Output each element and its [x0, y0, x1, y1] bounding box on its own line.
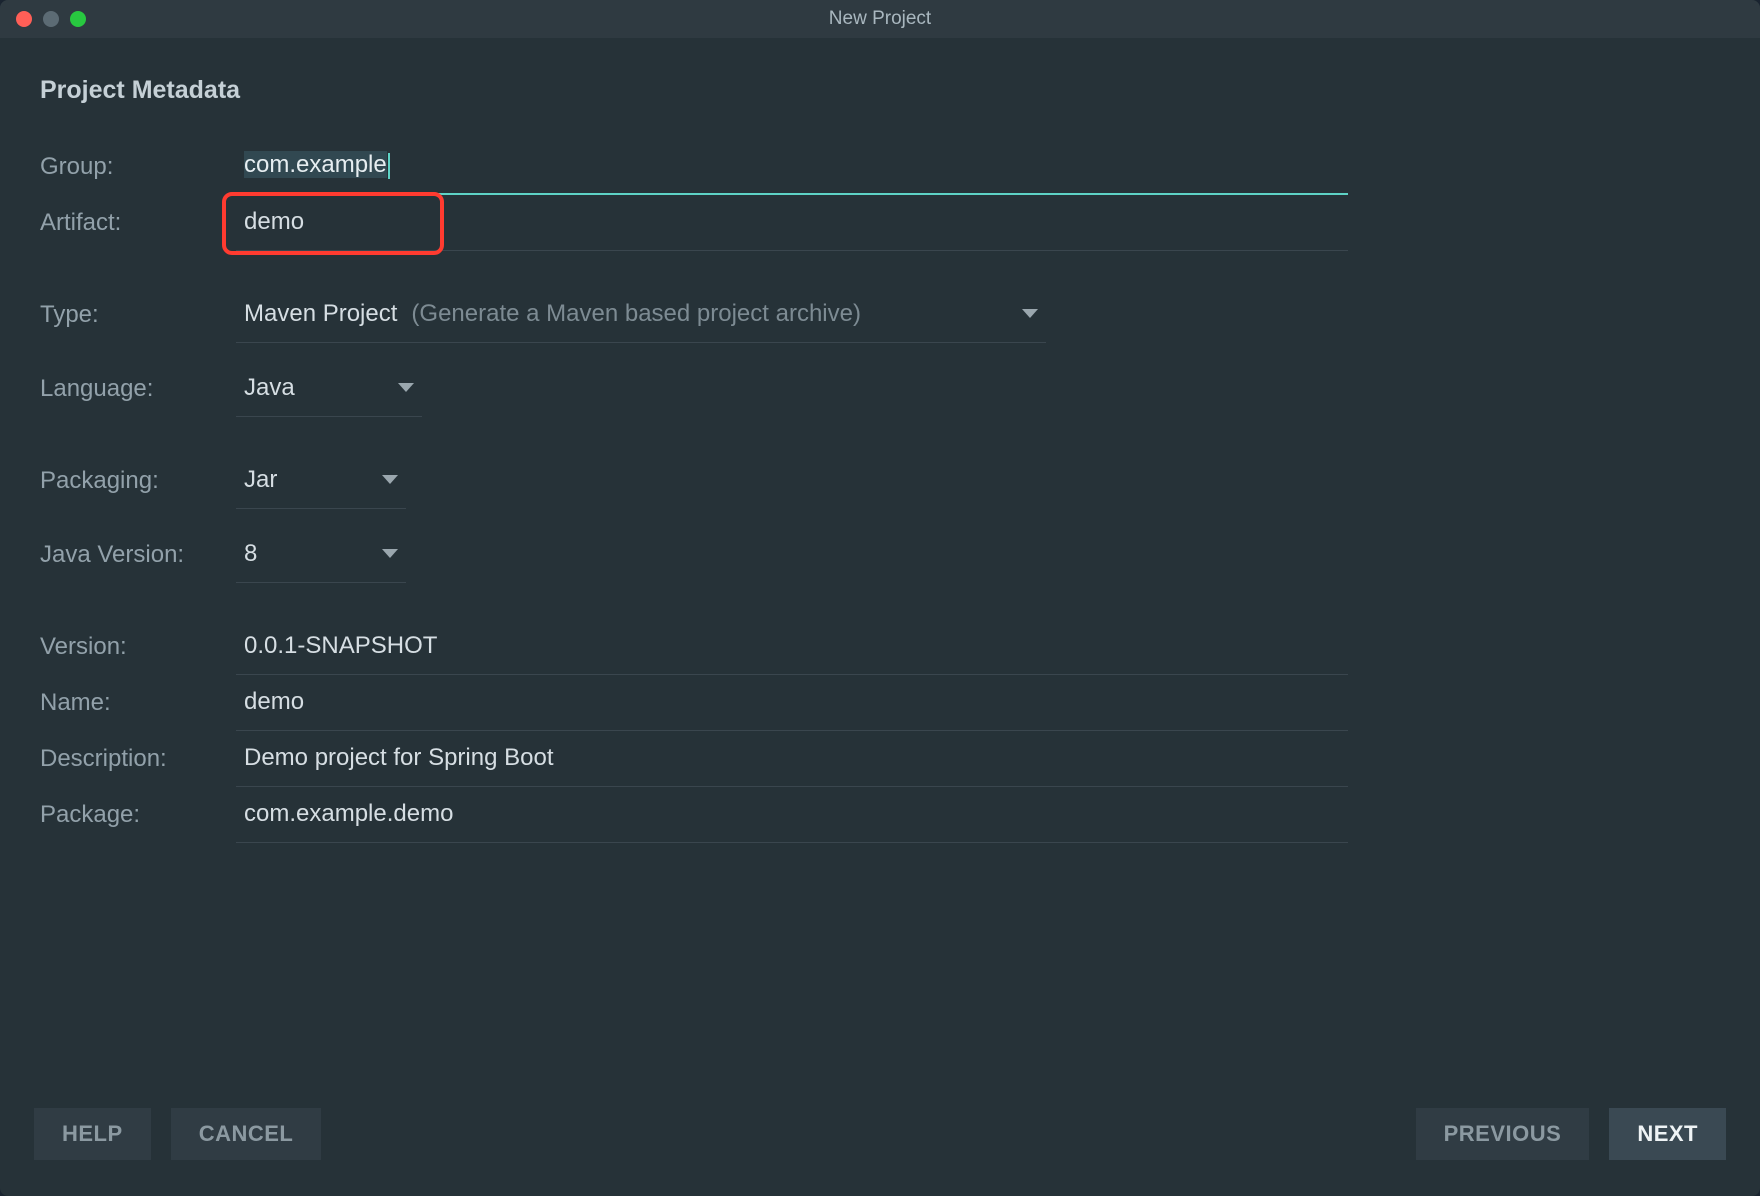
section-title: Project Metadata — [40, 76, 1720, 105]
new-project-dialog: New Project Project Metadata Group: com.… — [0, 0, 1760, 1196]
label-name: Name: — [40, 675, 236, 731]
chevron-down-icon — [1022, 309, 1038, 318]
close-icon[interactable] — [16, 11, 32, 27]
type-select[interactable]: Maven Project (Generate a Maven based pr… — [236, 288, 1046, 343]
titlebar: New Project — [0, 0, 1760, 38]
language-select-value: Java — [244, 374, 295, 402]
label-description: Description: — [40, 731, 236, 787]
row-java-version: Java Version: 8 — [40, 527, 1720, 583]
version-input-value: 0.0.1-SNAPSHOT — [244, 632, 437, 659]
row-language: Language: Java — [40, 361, 1720, 417]
row-package: Package: com.example.demo — [40, 787, 1720, 843]
label-package: Package: — [40, 787, 236, 843]
java-version-select[interactable]: 8 — [236, 528, 406, 583]
text-caret — [388, 153, 390, 179]
group-input-value: com.example — [244, 151, 387, 178]
language-select[interactable]: Java — [236, 362, 422, 417]
group-input-wrapper: com.example — [236, 139, 1348, 195]
package-input[interactable]: com.example.demo — [236, 788, 1348, 843]
package-input-value: com.example.demo — [244, 800, 453, 827]
maximize-icon[interactable] — [70, 11, 86, 27]
description-input-value: Demo project for Spring Boot — [244, 744, 553, 771]
artifact-input-value: demo — [244, 208, 304, 235]
label-java-version: Java Version: — [40, 527, 236, 583]
previous-button[interactable]: PREVIOUS — [1416, 1108, 1590, 1160]
label-version: Version: — [40, 619, 236, 675]
cancel-button[interactable]: CANCEL — [171, 1108, 322, 1160]
version-input[interactable]: 0.0.1-SNAPSHOT — [236, 620, 1348, 675]
artifact-input[interactable]: demo — [236, 196, 1348, 251]
group-input[interactable]: com.example — [236, 139, 1348, 195]
row-description: Description: Demo project for Spring Boo… — [40, 731, 1720, 787]
help-button[interactable]: HELP — [34, 1108, 151, 1160]
row-type: Type: Maven Project (Generate a Maven ba… — [40, 287, 1720, 343]
window-controls — [0, 11, 86, 27]
next-button[interactable]: NEXT — [1609, 1108, 1726, 1160]
label-packaging: Packaging: — [40, 453, 236, 509]
row-name: Name: demo — [40, 675, 1720, 731]
label-artifact: Artifact: — [40, 195, 236, 251]
row-packaging: Packaging: Jar — [40, 453, 1720, 509]
chevron-down-icon — [382, 549, 398, 558]
packaging-select-value: Jar — [244, 466, 277, 494]
type-select-value: Maven Project — [244, 300, 397, 328]
chevron-down-icon — [398, 383, 414, 392]
row-version: Version: 0.0.1-SNAPSHOT — [40, 619, 1720, 675]
dialog-content: Project Metadata Group: com.example Arti… — [0, 38, 1760, 1100]
row-artifact: Artifact: demo — [40, 195, 1720, 251]
chevron-down-icon — [382, 475, 398, 484]
java-version-select-value: 8 — [244, 540, 257, 568]
window-title: New Project — [0, 8, 1760, 30]
label-language: Language: — [40, 361, 236, 417]
dialog-footer: HELP CANCEL PREVIOUS NEXT — [0, 1100, 1760, 1196]
label-type: Type: — [40, 287, 236, 343]
minimize-icon[interactable] — [43, 11, 59, 27]
description-input[interactable]: Demo project for Spring Boot — [236, 732, 1348, 787]
packaging-select[interactable]: Jar — [236, 454, 406, 509]
type-select-hint: (Generate a Maven based project archive) — [411, 300, 861, 328]
name-input-value: demo — [244, 688, 304, 715]
artifact-input-wrapper: demo — [236, 196, 1348, 251]
label-group: Group: — [40, 139, 236, 195]
row-group: Group: com.example — [40, 139, 1720, 195]
name-input[interactable]: demo — [236, 676, 1348, 731]
